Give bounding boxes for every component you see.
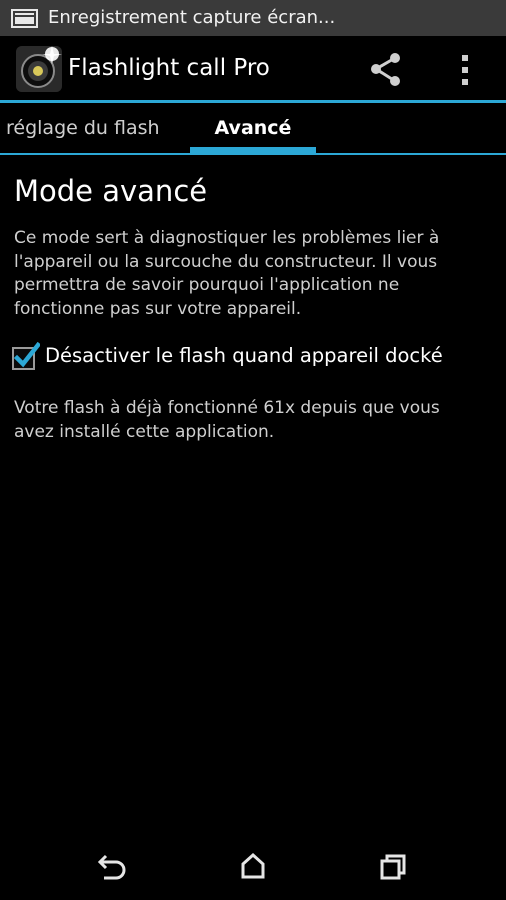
app-title: Flashlight call Pro — [68, 55, 270, 81]
disable-flash-docked-label: Désactiver le flash quand appareil docké — [45, 344, 443, 367]
home-button[interactable] — [233, 850, 273, 882]
recent-apps-icon — [380, 854, 406, 880]
overflow-menu-button[interactable] — [446, 50, 486, 90]
usage-count-note: Votre flash à déjà fonctionné 61x depuis… — [14, 398, 440, 442]
home-icon — [241, 852, 265, 879]
tab-bar-divider — [0, 153, 506, 155]
disable-flash-docked-option[interactable]: Désactiver le flash quand appareil docké — [12, 341, 494, 372]
share-icon — [371, 53, 400, 86]
back-icon — [97, 854, 126, 880]
status-bar: Enregistrement capture écran... — [0, 0, 506, 36]
tab-flash-settings[interactable]: réglage du flash — [0, 103, 170, 153]
back-button[interactable] — [92, 850, 132, 882]
navigation-bar — [0, 830, 506, 900]
flashlight-app-icon[interactable] — [16, 46, 62, 92]
status-notification-text: Enregistrement capture écran... — [48, 7, 336, 28]
action-bar: Flashlight call Pro — [0, 36, 506, 100]
mode-description: Ce mode sert à diagnostiquer les problèm… — [14, 228, 440, 319]
tab-bar: réglage du flash Avancé — [0, 103, 506, 153]
page-title: Mode avancé — [14, 174, 208, 208]
recent-apps-button[interactable] — [373, 850, 413, 882]
share-button[interactable] — [366, 50, 406, 90]
screen-recording-icon — [11, 9, 38, 28]
overflow-menu-icon — [462, 55, 468, 85]
disable-flash-docked-checkbox[interactable] — [10, 341, 42, 372]
checkmark-icon — [12, 341, 42, 370]
tab-advanced[interactable]: Avancé — [190, 103, 316, 153]
